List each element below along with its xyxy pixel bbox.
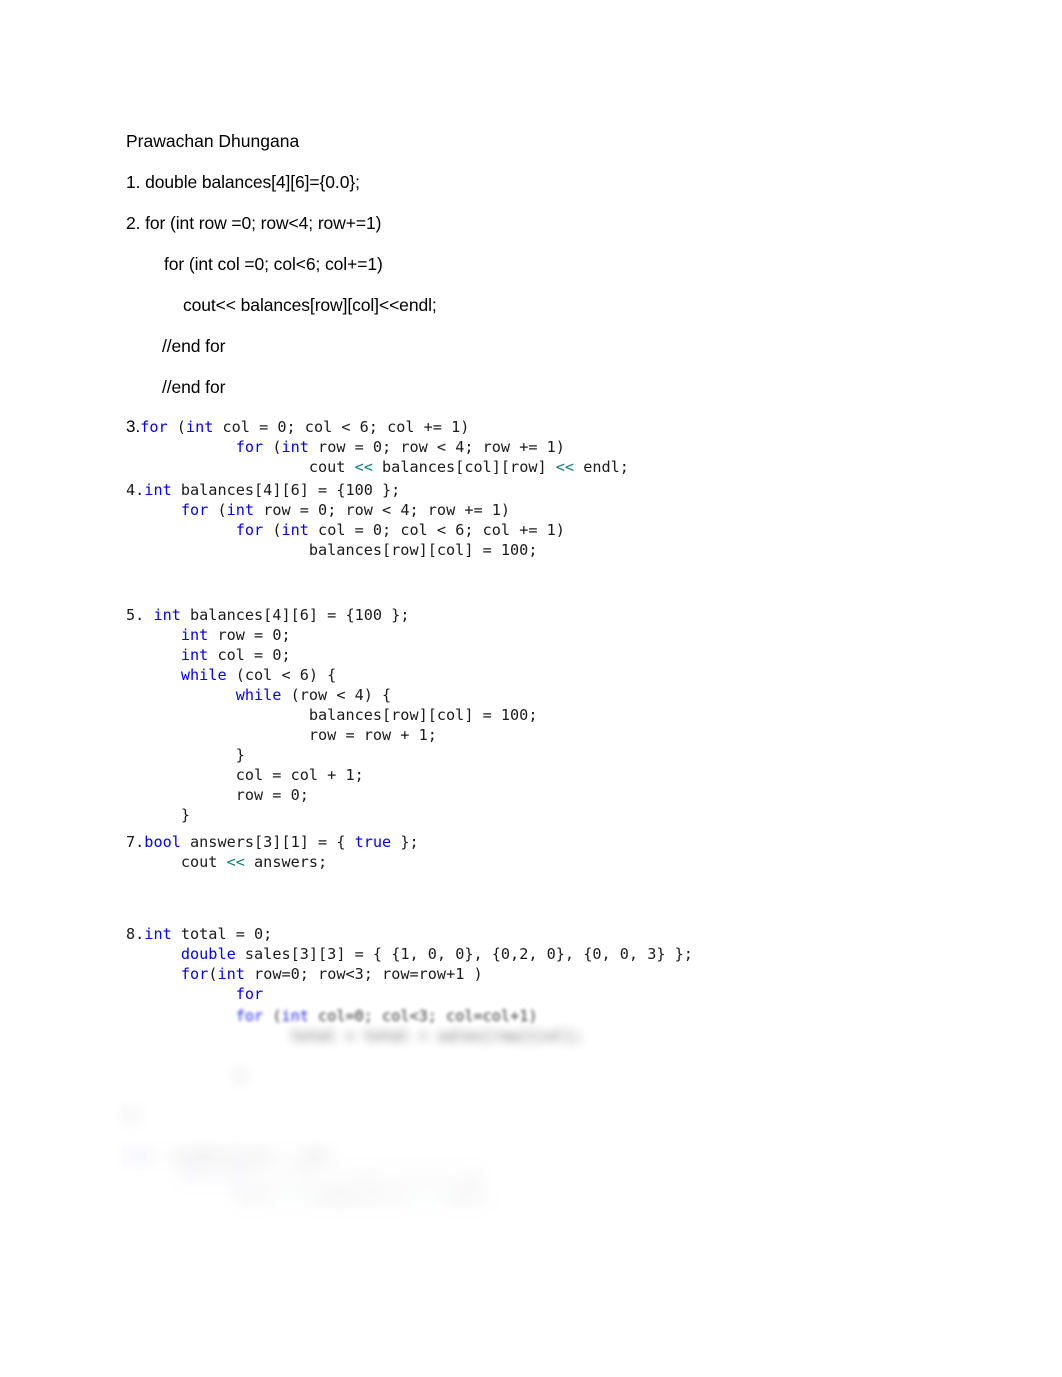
code-line: while (col < 6) { xyxy=(180,666,337,684)
code-line: for(int row=0; row<3; row=row+1 ) xyxy=(180,965,483,983)
prose-line: 1. double balances[4][6]={0.0}; xyxy=(126,172,360,192)
blurred-code-line: int examples[5] = {0}; xyxy=(126,1147,337,1165)
prose-line: for (int col =0; col<6; col+=1) xyxy=(164,254,383,274)
blurred-code-line: for (int col=0; col<3; col=col+1) xyxy=(235,1007,538,1025)
code-text: bool answers[3][1] = { true }; xyxy=(144,833,419,851)
code-line: int row = 0; xyxy=(180,626,291,644)
code-text: int balances[4][6] = {100 }; xyxy=(153,606,410,624)
code-line: } xyxy=(126,746,245,764)
code-line: while (row < 4) { xyxy=(235,686,392,704)
code-line: cout << answers; xyxy=(126,853,328,871)
code-line: 4.int balances[4][6] = {100 }; xyxy=(126,480,565,500)
code-line: for (int row = 0; row < 4; row += 1) xyxy=(180,501,511,519)
section-marker: 8. xyxy=(126,925,145,943)
blurred-code-line: cout << examples[i] << endl; xyxy=(126,1187,492,1205)
code-line: 8.int total = 0; xyxy=(126,924,693,944)
code-line: balances[row][col] = 100; xyxy=(126,541,538,559)
code-line: row = 0; xyxy=(126,786,309,804)
prose-line: 2. for (int row =0; row<4; row+=1) xyxy=(126,213,382,233)
code-line: for xyxy=(235,985,264,1003)
code-line: 7.bool answers[3][1] = { true }; xyxy=(126,832,419,852)
code-line: 3.for (int col = 0; col < 6; col += 1) xyxy=(126,417,629,437)
code-line: for (int row = 0; row < 4; row += 1) xyxy=(235,438,565,456)
code-line: } xyxy=(126,806,191,824)
blurred-code-line xyxy=(126,1046,826,1066)
code-line: col = col + 1; xyxy=(126,766,364,784)
code-line: 5. int balances[4][6] = {100 }; xyxy=(126,605,537,625)
code-text: for (int col = 0; col < 6; col += 1) xyxy=(140,418,470,436)
section-marker: 4. xyxy=(126,481,145,499)
blurred-code-line: 9. xyxy=(126,1107,145,1125)
fade-overlay xyxy=(126,1006,826,1266)
blurred-code-line xyxy=(126,1086,826,1106)
blurred-code-line: for (int i = 0; i < 5; i = i + 1) xyxy=(180,1167,483,1185)
prose-block: 1. double balances[4][6]={0.0}; 2. for (i… xyxy=(126,162,946,408)
code-text: int total = 0; xyxy=(144,925,273,943)
document-page: Prawachan Dhungana 1. double balances[4]… xyxy=(0,0,1062,1377)
code-section-8: 8.int total = 0; double sales[3][3] = { … xyxy=(126,924,693,1004)
code-section-7: 7.bool answers[3][1] = { true }; cout <<… xyxy=(126,832,419,872)
code-text: int balances[4][6] = {100 }; xyxy=(144,481,401,499)
section-marker: 5. xyxy=(126,606,154,624)
code-section-5: 5. int balances[4][6] = {100 }; int row … xyxy=(126,605,537,825)
blurred-tail-region: for (int col=0; col<3; col=col+1) total … xyxy=(126,1006,826,1266)
blurred-code-line xyxy=(126,1126,826,1146)
blurred-code-line: } xyxy=(126,1067,245,1085)
code-section-4: 4.int balances[4][6] = {100 }; for (int … xyxy=(126,480,565,560)
code-line: balances[row][col] = 100; xyxy=(126,706,538,724)
code-line: row = row + 1; xyxy=(126,726,437,744)
section-marker: 3. xyxy=(126,417,141,436)
code-line: double sales[3][3] = { {1, 0, 0}, {0,2, … xyxy=(180,945,693,963)
prose-line: cout<< balances[row][col]<<endl; xyxy=(183,295,437,315)
prose-line: //end for xyxy=(162,336,226,356)
code-line: cout << balances[col][row] << endl; xyxy=(126,458,629,476)
author-name: Prawachan Dhungana xyxy=(126,131,300,151)
prose-line: //end for xyxy=(162,377,226,397)
section-marker: 7. xyxy=(126,833,145,851)
code-section-3: 3.for (int col = 0; col < 6; col += 1) f… xyxy=(126,417,629,477)
blurred-code-line: total = total + sales[row][col]; xyxy=(126,1027,584,1045)
code-line: for (int col = 0; col < 6; col += 1) xyxy=(235,521,565,539)
code-line: int col = 0; xyxy=(180,646,291,664)
